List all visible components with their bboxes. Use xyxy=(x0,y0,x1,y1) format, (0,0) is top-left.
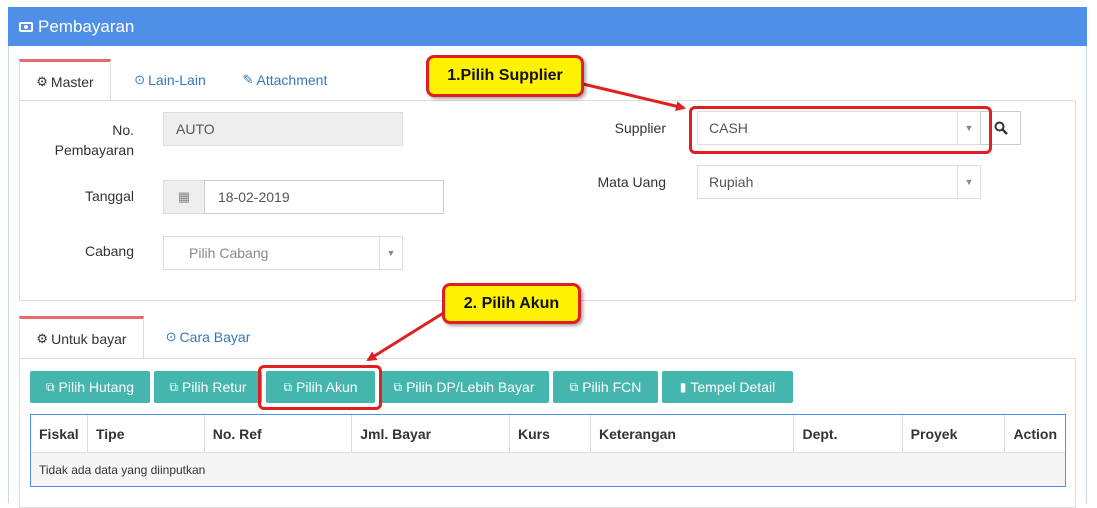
arrow-to-supplier xyxy=(582,82,686,112)
callout-pilih-supplier: 1.Pilih Supplier xyxy=(426,55,584,97)
arrow-to-pilih-akun xyxy=(366,310,446,362)
callout-pilih-akun: 2. Pilih Akun xyxy=(442,283,581,324)
